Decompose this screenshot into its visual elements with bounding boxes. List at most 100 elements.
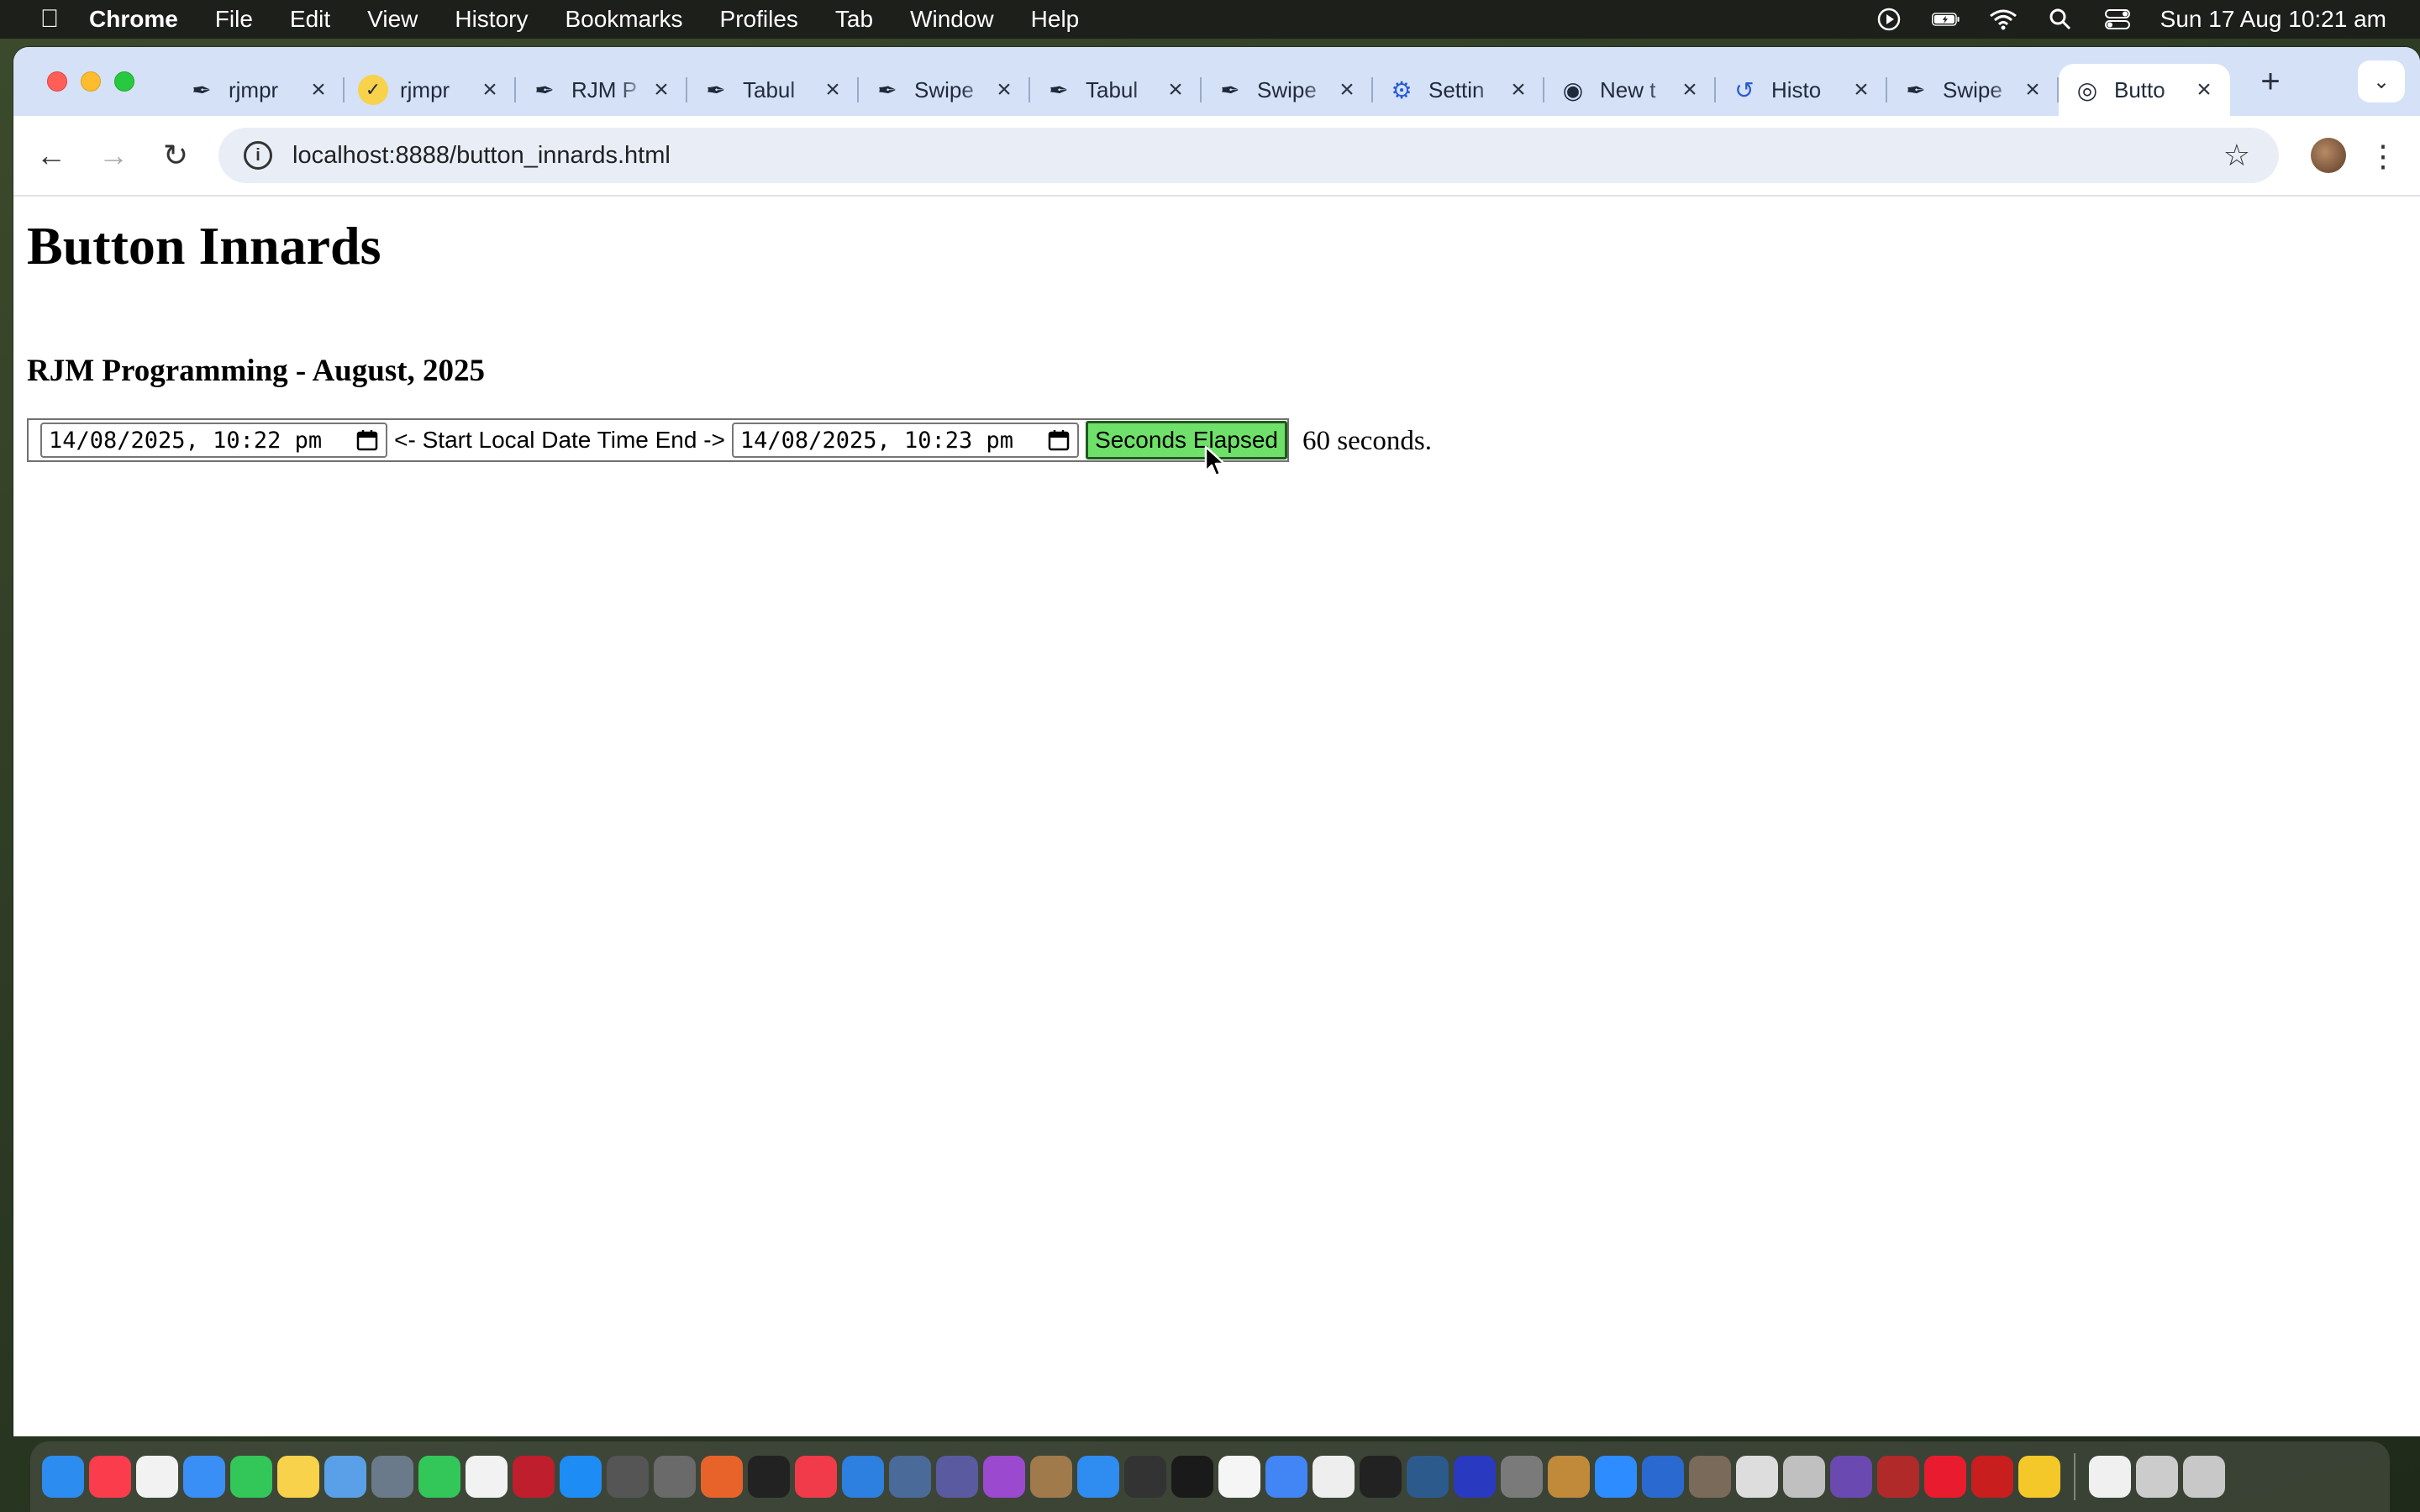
control-center-icon[interactable] (2103, 7, 2132, 32)
dock-tableplus-icon[interactable] (1736, 1456, 1778, 1498)
seconds-elapsed-button[interactable]: Seconds Elapsed (1086, 421, 1287, 459)
menu-app-name[interactable]: Chrome (89, 6, 178, 33)
menu-bookmarks[interactable]: Bookmarks (565, 6, 682, 33)
dock-news-icon[interactable] (795, 1456, 837, 1498)
dock-terminal-icon[interactable] (1171, 1456, 1213, 1498)
battery-icon[interactable] (1931, 7, 1960, 32)
tab[interactable]: ✒ Tabul × (687, 64, 859, 116)
close-tab-icon[interactable]: × (992, 76, 1017, 104)
tab-title[interactable]: New t (1600, 77, 1677, 103)
start-datetime-value[interactable]: 14/08/2025, 10:22 pm (49, 428, 355, 454)
dock-intellij-icon[interactable] (1454, 1456, 1496, 1498)
tab-title[interactable]: rjmpr (400, 77, 477, 103)
dock-music-icon[interactable] (89, 1456, 131, 1498)
dock-calculator-icon[interactable] (607, 1456, 649, 1498)
tab[interactable]: ✒ Swipe × (859, 64, 1030, 116)
close-tab-icon[interactable]: × (1334, 76, 1360, 104)
tab-title[interactable]: Histo (1771, 77, 1849, 103)
close-window-button[interactable] (47, 71, 67, 92)
apple-menu-icon[interactable]:  (30, 5, 69, 34)
wifi-icon[interactable] (1989, 7, 2018, 32)
close-tab-icon[interactable]: × (1849, 76, 1874, 104)
dock-contacts-icon[interactable] (1030, 1456, 1072, 1498)
dock-calendar-icon[interactable] (1218, 1456, 1260, 1498)
back-button[interactable]: ← (27, 131, 76, 180)
dock-document-icon[interactable] (2089, 1456, 2131, 1498)
dock-reminders-icon[interactable] (136, 1456, 178, 1498)
dock-retcon-icon[interactable] (1830, 1456, 1872, 1498)
tab[interactable]: ✒ Swipe × (1202, 64, 1373, 116)
tab[interactable]: ✒ Swipe × (1887, 64, 2059, 116)
end-datetime-value[interactable]: 14/08/2025, 10:23 pm (740, 428, 1047, 454)
dock-launchpad-icon[interactable] (371, 1456, 413, 1498)
close-tab-icon[interactable]: × (820, 76, 845, 104)
chrome-menu-icon[interactable]: ⋮ (2366, 133, 2400, 180)
tab-title[interactable]: Butto (2114, 77, 2191, 103)
play-icon[interactable] (1875, 7, 1903, 32)
tab[interactable]: ⚙ Settin × (1373, 64, 1544, 116)
menu-profiles[interactable]: Profiles (720, 6, 798, 33)
dock-app-store-icon[interactable] (560, 1456, 602, 1498)
dock-activity-icon[interactable] (1124, 1456, 1166, 1498)
minimize-window-button[interactable] (81, 71, 101, 92)
zoom-window-button[interactable] (114, 71, 134, 92)
close-tab-icon[interactable]: × (649, 76, 674, 104)
dock-textedit-icon[interactable] (466, 1456, 508, 1498)
url-text[interactable]: localhost:8888/button_innards.html (292, 142, 2223, 170)
menu-file[interactable]: File (215, 6, 253, 33)
dock-quicktime-icon[interactable] (1407, 1456, 1449, 1498)
dock-opera-icon[interactable] (1924, 1456, 1966, 1498)
dock-apple-tv-icon[interactable] (748, 1456, 790, 1498)
dock-trash-icon[interactable] (2183, 1456, 2225, 1498)
dock-pdf-icon[interactable] (1971, 1456, 2013, 1498)
dock-bulb-icon[interactable] (2018, 1456, 2060, 1498)
menu-edit[interactable]: Edit (290, 6, 330, 33)
tab-title[interactable]: Settin (1428, 77, 1506, 103)
dock-zoom-icon[interactable] (1595, 1456, 1637, 1498)
tab[interactable]: ✒ rjmpr × (173, 64, 345, 116)
dock-gimp-icon[interactable] (1689, 1456, 1731, 1498)
tab-title[interactable]: Swipe (914, 77, 992, 103)
dock-filezilla-icon[interactable] (513, 1456, 555, 1498)
tab-title[interactable]: rjmpr (229, 77, 306, 103)
bookmark-star-icon[interactable]: ☆ (2223, 138, 2250, 173)
tab-search-button[interactable]: ⌄ (2358, 60, 2405, 102)
start-datetime-input[interactable]: 14/08/2025, 10:22 pm (40, 423, 388, 458)
tab-active[interactable]: ◎ Butto × (2059, 64, 2230, 116)
dock-facetime-icon[interactable] (418, 1456, 460, 1498)
tab-title[interactable]: Swipe (1257, 77, 1334, 103)
dock-paint-icon[interactable] (1548, 1456, 1590, 1498)
dock-notability-icon[interactable] (1783, 1456, 1825, 1498)
dock-preview-icon[interactable] (324, 1456, 366, 1498)
close-tab-icon[interactable]: × (1163, 76, 1188, 104)
dock-affinity-icon[interactable] (1642, 1456, 1684, 1498)
tab-title[interactable]: RJM P (571, 77, 649, 103)
dock-file-icon[interactable] (1313, 1456, 1355, 1498)
dock-utility-icon[interactable] (654, 1456, 696, 1498)
dock-xcode-icon[interactable] (842, 1456, 884, 1498)
tab[interactable]: ↺ Histo × (1716, 64, 1887, 116)
menu-window[interactable]: Window (910, 6, 994, 33)
dock-downloads-icon[interactable] (2136, 1456, 2178, 1498)
end-datetime-input[interactable]: 14/08/2025, 10:23 pm (731, 423, 1080, 458)
menu-view[interactable]: View (367, 6, 418, 33)
close-tab-icon[interactable]: × (2191, 76, 2217, 104)
close-tab-icon[interactable]: × (306, 76, 331, 104)
new-tab-button[interactable]: + (2245, 63, 2296, 101)
close-tab-icon[interactable]: × (1677, 76, 1702, 104)
profile-avatar[interactable] (2311, 138, 2346, 173)
spotlight-search-icon[interactable] (2046, 7, 2075, 32)
tab[interactable]: ✒ Tabul × (1030, 64, 1202, 116)
tab-title[interactable]: Tabul (1086, 77, 1163, 103)
dock-chrome-icon[interactable] (1265, 1456, 1307, 1498)
dock-bbedit-icon[interactable] (936, 1456, 978, 1498)
calendar-icon[interactable] (355, 428, 379, 452)
dock-messages-icon[interactable] (230, 1456, 272, 1498)
dock-safari-icon[interactable] (1077, 1456, 1119, 1498)
menu-history[interactable]: History (455, 6, 528, 33)
calendar-icon[interactable] (1047, 428, 1071, 452)
tab[interactable]: ✓ rjmpr × (345, 64, 516, 116)
tab-title[interactable]: Tabul (743, 77, 820, 103)
tab[interactable]: ◉ New t × (1544, 64, 1716, 116)
tab-title[interactable]: Swipe (1943, 77, 2020, 103)
